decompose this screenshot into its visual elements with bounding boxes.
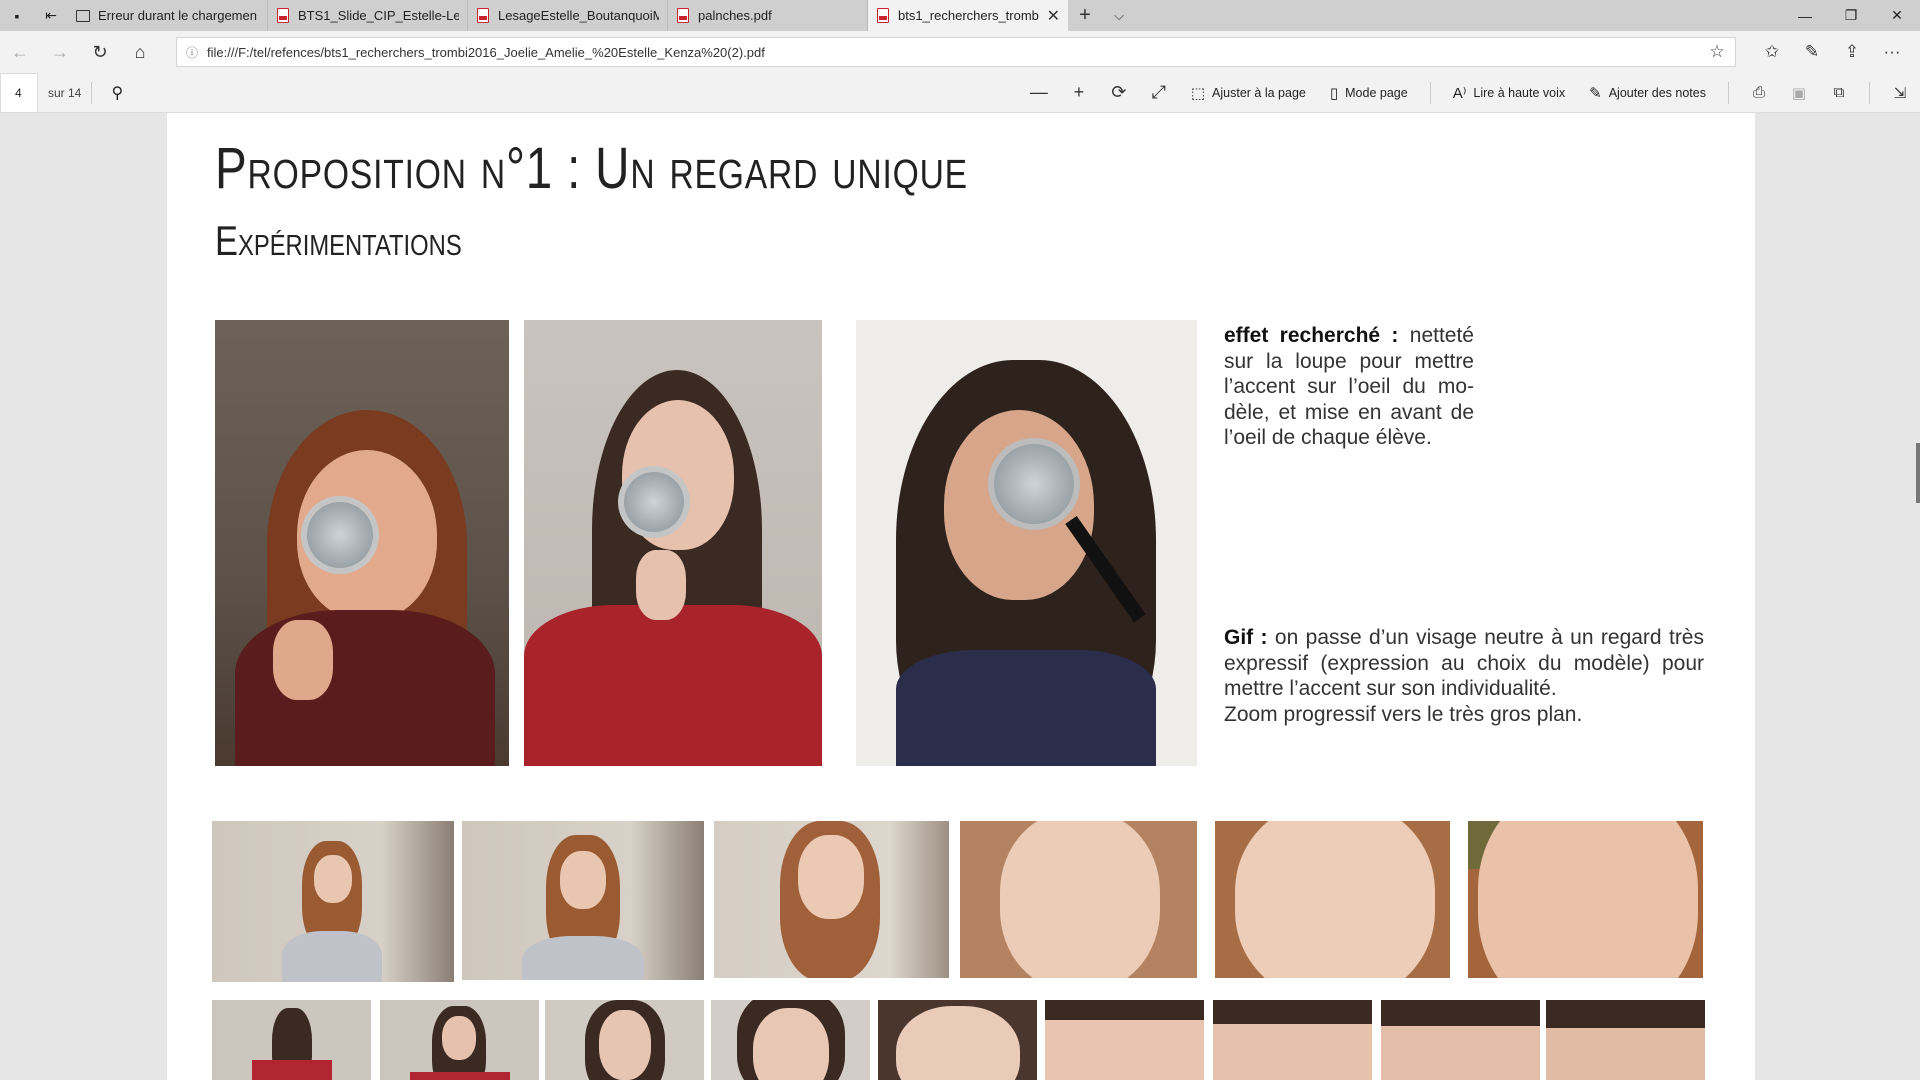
pdf-toolbar: 4 sur 14 ⚲ — + ⟳ ⤢ ⬚ Ajuster à la page ▯ M… — [0, 72, 1920, 113]
fit-page-icon: ⬚ — [1190, 84, 1206, 102]
pdf-icon — [476, 8, 490, 24]
tab-2[interactable]: LesageEstelle_BoutanquoiM — [468, 0, 668, 31]
info-icon[interactable]: ⓘ — [177, 44, 207, 61]
url-field[interactable]: ⓘ file:///F:/tel/refences/bts1_recherche… — [176, 37, 1736, 67]
browser-actions: ✩ ✎ ⇪ ··· — [1752, 42, 1912, 62]
back-arrow-icon[interactable]: ← — [0, 31, 40, 73]
read-aloud-button[interactable]: A⁾ Lire à haute voix — [1441, 84, 1577, 102]
gif-frame-1 — [212, 821, 454, 982]
page-mode-icon: ▯ — [1329, 84, 1339, 102]
home-icon[interactable]: ⌂ — [120, 31, 160, 73]
gif2-frame-7 — [1213, 1000, 1372, 1080]
pdf-icon — [676, 8, 690, 24]
save-icon[interactable]: ▣ — [1779, 84, 1819, 102]
scrollbar-thumb[interactable] — [1916, 443, 1920, 503]
page-number-input[interactable]: 4 — [0, 72, 38, 113]
tab-preview-chevron-icon[interactable]: ⌵ — [1102, 0, 1136, 31]
gif2-frame-4 — [711, 1000, 870, 1080]
gif-frame-4 — [960, 821, 1197, 978]
page-title: Proposition n°1 : Un regard unique — [215, 136, 968, 201]
tab-label: bts1_recherchers_tromb — [898, 8, 1039, 23]
fullscreen-icon[interactable]: ⤢ — [1139, 82, 1179, 103]
gif-frame-2 — [462, 821, 704, 980]
close-window-icon[interactable]: ✕ — [1874, 0, 1920, 31]
close-tab-icon[interactable]: ✕ — [1047, 6, 1060, 26]
gif-text: on passe d’un visage neutre à un regard … — [1224, 626, 1704, 700]
gif-frame-3 — [714, 821, 949, 978]
page-mode-button[interactable]: ▯ Mode page — [1318, 84, 1420, 102]
favorites-icon[interactable]: ✩ — [1752, 42, 1792, 62]
gif2-frame-6 — [1045, 1000, 1204, 1080]
effect-description: effet recherché : netteté sur la loupe p… — [1224, 323, 1474, 451]
photo-magnifier-2 — [524, 320, 822, 766]
pin-toolbar-icon[interactable]: ⇲ — [1880, 84, 1920, 102]
gif2-frame-8 — [1381, 1000, 1540, 1080]
pdf-viewer[interactable]: Proposition n°1 : Un regard unique Expér… — [0, 113, 1920, 1080]
pdf-icon — [276, 8, 290, 24]
fit-page-button[interactable]: ⬚ Ajuster à la page — [1179, 84, 1318, 102]
divider — [91, 81, 93, 104]
share-icon[interactable]: ⇪ — [1832, 42, 1872, 62]
tab-manager-icon[interactable]: ▪ — [0, 0, 34, 31]
tab-label: Erreur durant le chargemen — [98, 8, 257, 23]
restore-icon[interactable]: ❐ — [1828, 0, 1874, 31]
more-icon[interactable]: ··· — [1872, 42, 1912, 62]
gif-label: Gif : — [1224, 626, 1268, 649]
gif2-frame-5 — [878, 1000, 1037, 1080]
gif-description: Gif : on passe d’un visage neutre à un r… — [1224, 625, 1704, 727]
zoom-out-icon[interactable]: — — [1019, 82, 1059, 103]
pdf-icon — [876, 8, 890, 24]
print-icon[interactable]: ⎙ — [1739, 84, 1779, 101]
page-total: sur 14 — [48, 85, 82, 100]
divider — [1869, 81, 1870, 104]
favorite-star-icon[interactable]: ☆ — [1699, 42, 1735, 62]
gif2-frame-3 — [545, 1000, 704, 1080]
tab-0[interactable]: Erreur durant le chargemen — [68, 0, 268, 31]
page-icon — [76, 8, 90, 24]
gif-frame-6 — [1468, 821, 1703, 978]
search-icon[interactable]: ⚲ — [102, 83, 132, 103]
photo-magnifier-1 — [215, 320, 509, 766]
read-aloud-label: Lire à haute voix — [1473, 85, 1566, 100]
add-notes-label: Ajouter des notes — [1608, 85, 1706, 100]
tab-strip: ▪ ⇤ Erreur durant le chargemen BTS1_Slid… — [0, 0, 1920, 31]
add-notes-button[interactable]: ✎ Ajouter des notes — [1577, 84, 1718, 102]
pen-icon: ✎ — [1589, 84, 1602, 102]
refresh-icon[interactable]: ↻ — [80, 31, 120, 73]
zoom-in-icon[interactable]: + — [1059, 82, 1099, 103]
effect-label: effet recherché : — [1224, 324, 1399, 347]
gif2-frame-2 — [380, 1000, 539, 1080]
photo-magnifier-3 — [856, 320, 1197, 766]
tab-4-active[interactable]: bts1_recherchers_tromb ✕ — [868, 0, 1068, 31]
gif-frame-5 — [1215, 821, 1450, 978]
tab-label: LesageEstelle_BoutanquoiM — [498, 8, 659, 23]
read-aloud-icon: A⁾ — [1452, 84, 1467, 102]
divider — [1429, 81, 1431, 104]
tab-1[interactable]: BTS1_Slide_CIP_Estelle-Lesa — [268, 0, 468, 31]
url-text: file:///F:/tel/refences/bts1_recherchers… — [207, 44, 765, 60]
save-as-icon[interactable]: ⧉ — [1819, 84, 1859, 101]
gif2-frame-9 — [1546, 1000, 1705, 1080]
page-subtitle: Expérimentations — [215, 217, 462, 264]
forward-arrow-icon[interactable]: → — [40, 31, 80, 73]
rotate-icon[interactable]: ⟳ — [1099, 82, 1139, 103]
tab-3[interactable]: palnches.pdf — [668, 0, 868, 31]
address-bar: ← → ↻ ⌂ ⓘ file:///F:/tel/refences/bts1_r… — [0, 31, 1920, 73]
fit-page-label: Ajuster à la page — [1212, 85, 1306, 100]
tab-label: BTS1_Slide_CIP_Estelle-Lesa — [298, 8, 459, 23]
new-tab-icon[interactable]: + — [1068, 0, 1102, 31]
pdf-page: Proposition n°1 : Un regard unique Expér… — [167, 113, 1755, 1080]
gif2-frame-1 — [212, 1000, 371, 1080]
minimize-icon[interactable]: — — [1782, 0, 1828, 31]
divider — [1728, 81, 1729, 104]
set-aside-tabs-icon[interactable]: ⇤ — [34, 0, 68, 31]
web-note-pen-icon[interactable]: ✎ — [1792, 42, 1832, 62]
page-mode-label: Mode page — [1345, 85, 1408, 100]
gif-text-zoom: Zoom progressif vers le très gros plan. — [1224, 702, 1583, 726]
window-controls: — ❐ ✕ — [1782, 0, 1920, 31]
tab-label: palnches.pdf — [698, 8, 772, 23]
